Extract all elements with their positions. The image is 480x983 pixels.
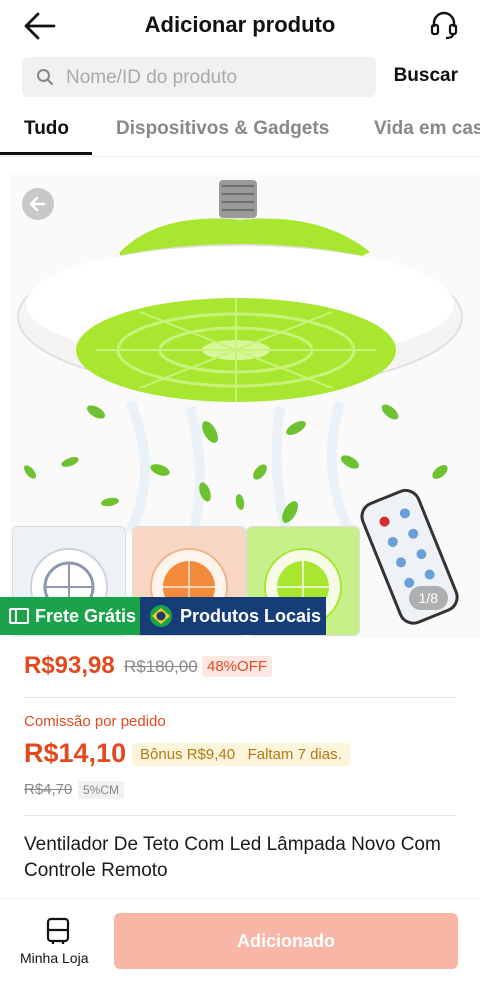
tab-tudo[interactable]: Tudo xyxy=(24,118,69,140)
local-products-label: Produtos Locais xyxy=(180,606,322,626)
headset-icon[interactable] xyxy=(430,10,458,40)
page-title: Adicionar produto xyxy=(144,12,336,37)
store-icon[interactable] xyxy=(44,917,72,945)
search-button[interactable]: Buscar xyxy=(394,65,458,87)
bonus-badge: Bônus R$9,40 Faltam 7 dias. xyxy=(132,743,350,766)
free-shipping-badge: Frete Grátis xyxy=(0,597,140,635)
top-bar: Adicionar produto xyxy=(0,0,480,52)
divider xyxy=(24,697,456,698)
divider xyxy=(24,815,456,816)
product-image-gallery[interactable]: 1/8 xyxy=(10,172,480,638)
commission-label: Comissão por pedido xyxy=(24,713,166,730)
search-row: Buscar xyxy=(0,57,480,99)
tab-dispositivos-gadgets[interactable]: Dispositivos & Gadgets xyxy=(116,118,329,140)
commission-percent: 5%CM xyxy=(78,781,125,799)
commission-original: R$4,70 xyxy=(24,781,73,798)
free-shipping-label: Frete Grátis xyxy=(35,606,137,626)
brazil-flag-icon xyxy=(150,605,172,627)
discount-badge: 48%OFF xyxy=(202,656,273,677)
add-product-button[interactable]: Adicionado xyxy=(114,913,458,969)
local-products-badge: Produtos Locais xyxy=(140,597,326,635)
current-price: R$93,98 xyxy=(24,652,115,679)
active-tab-indicator xyxy=(0,152,92,155)
tab-vida-em-casa[interactable]: Vida em cas xyxy=(374,118,480,140)
search-icon xyxy=(37,69,53,85)
commission-value: R$14,10 xyxy=(24,738,127,768)
bottom-action-bar: Minha Loja Adicionado xyxy=(0,898,480,983)
category-tabs: Tudo Dispositivos & Gadgets Vida em cas xyxy=(0,108,480,157)
my-store-label[interactable]: Minha Loja xyxy=(20,950,89,966)
gallery-prev-icon[interactable] xyxy=(22,188,54,220)
original-price: R$180,00 xyxy=(124,657,198,676)
search-box[interactable] xyxy=(22,57,376,99)
price-row: R$93,98 R$180,00 48%OFF xyxy=(24,652,464,684)
product-title: Ventilador De Teto Com Led Lâmpada Novo … xyxy=(24,834,441,881)
ticket-icon xyxy=(9,608,29,624)
search-input[interactable] xyxy=(64,57,368,99)
image-counter: 1/8 xyxy=(408,586,448,610)
